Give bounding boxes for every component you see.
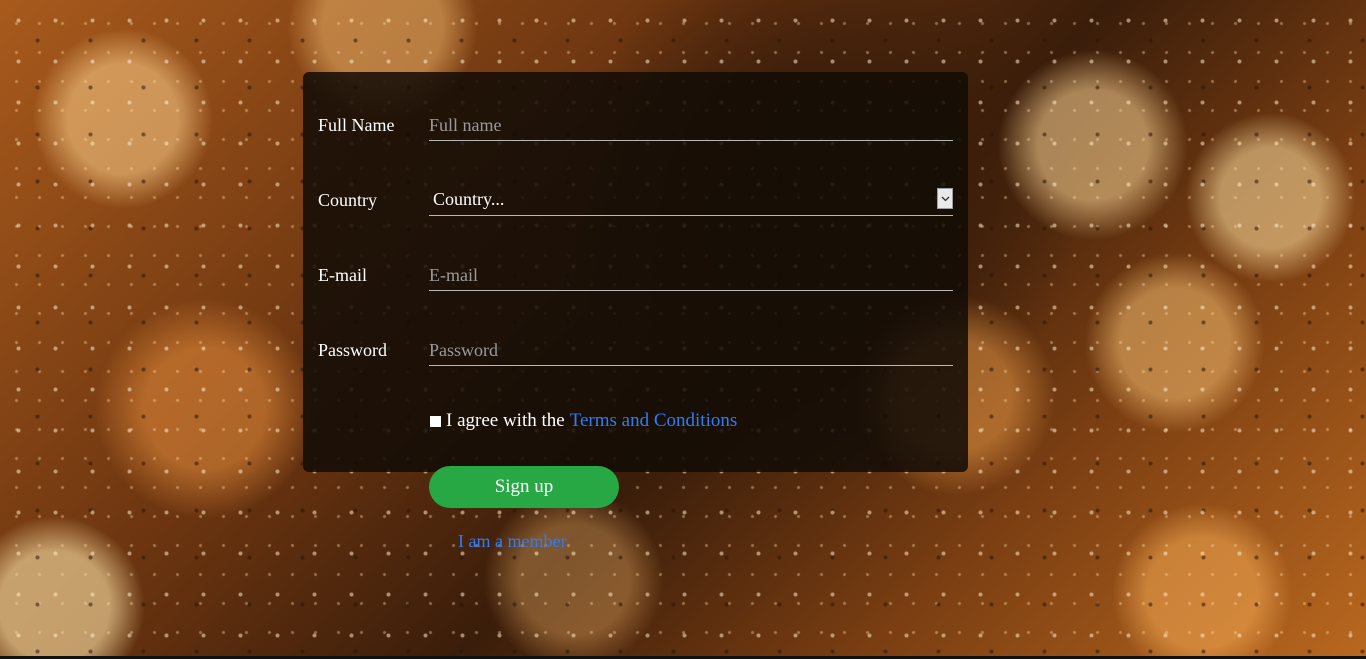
- email-row: E-mail: [318, 261, 953, 291]
- password-input[interactable]: [429, 336, 953, 366]
- country-row: Country Country...: [318, 186, 953, 216]
- terms-link[interactable]: Terms and Conditions: [570, 410, 738, 432]
- agree-text: I agree with the: [446, 410, 565, 431]
- terms-agreement: I agree with the Terms and Conditions: [430, 410, 737, 432]
- country-selected-value: Country...: [433, 189, 505, 209]
- country-select[interactable]: Country...: [429, 186, 953, 216]
- password-row: Password: [318, 336, 953, 366]
- email-label: E-mail: [318, 265, 367, 285]
- chevron-down-icon[interactable]: [937, 188, 953, 209]
- full-name-label: Full Name: [318, 115, 395, 135]
- full-name-row: Full Name: [318, 111, 953, 141]
- member-link[interactable]: I am a member: [458, 531, 566, 552]
- password-label: Password: [318, 340, 388, 360]
- full-name-input[interactable]: [429, 111, 953, 141]
- email-input[interactable]: [429, 261, 953, 291]
- country-label: Country: [318, 190, 378, 210]
- signup-button[interactable]: Sign up: [429, 466, 619, 508]
- agree-checkbox[interactable]: [430, 415, 441, 427]
